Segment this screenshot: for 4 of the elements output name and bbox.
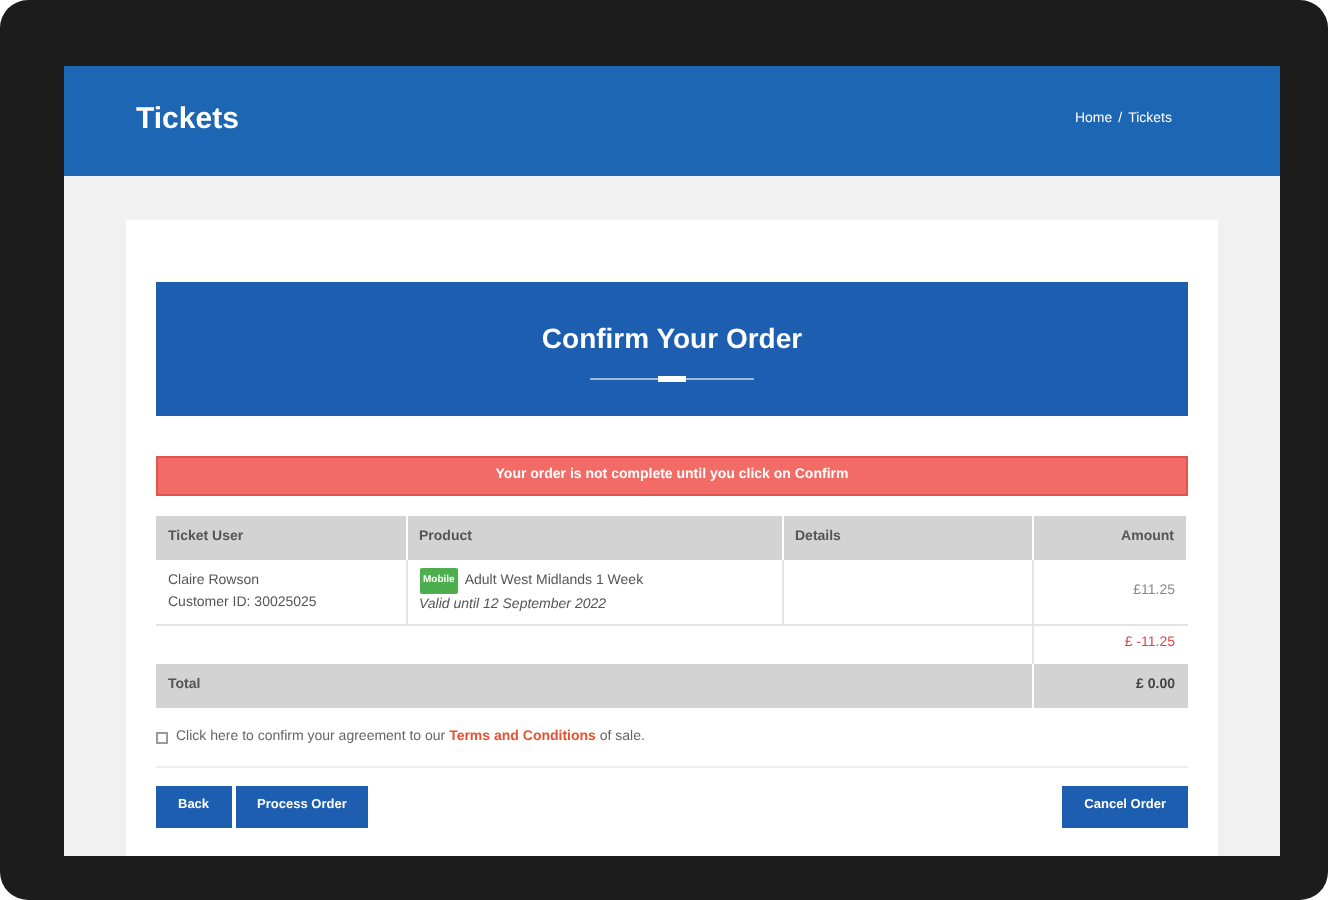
agreement-checkbox[interactable] xyxy=(156,732,168,745)
banner-title: Confirm Your Order xyxy=(541,319,803,357)
divider-icon xyxy=(590,375,754,381)
page-title: Tickets xyxy=(136,100,239,141)
